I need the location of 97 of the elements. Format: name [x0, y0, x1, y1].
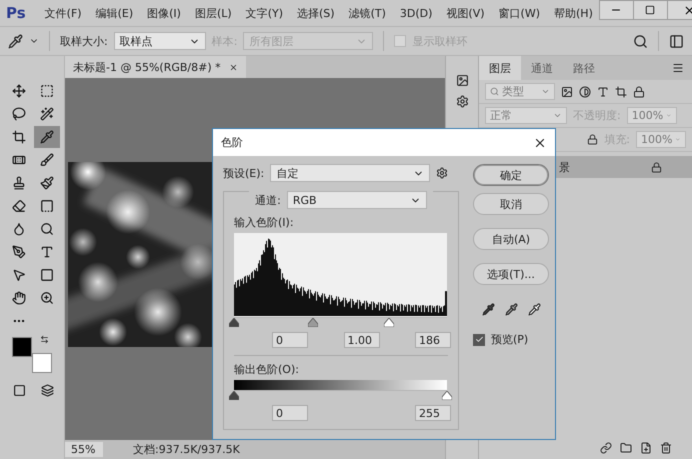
- chevron-icon: [553, 111, 562, 120]
- menu-item[interactable]: 图层(L): [188, 6, 239, 20]
- field-value: 100%: [632, 109, 664, 122]
- close-icon: [682, 4, 692, 16]
- input-level-field[interactable]: 0: [272, 332, 308, 348]
- channel-dropdown[interactable]: RGB: [286, 191, 427, 209]
- search-icon[interactable]: [633, 34, 648, 48]
- select-icon: [12, 268, 26, 282]
- input-level-field[interactable]: 186: [415, 332, 451, 348]
- menu-item[interactable]: 视图(V): [439, 6, 492, 20]
- tool-button[interactable]: [34, 126, 60, 148]
- preview-checkbox[interactable]: [473, 334, 485, 346]
- wand-icon: [40, 107, 54, 121]
- document-size-text: 文档:937.5K/937.5K: [133, 442, 240, 457]
- new-layer-icon[interactable]: [640, 442, 652, 454]
- dropdown-value: 类型: [502, 84, 524, 99]
- settings-icon[interactable]: [436, 167, 448, 179]
- menu-item[interactable]: 文字(Y): [238, 6, 290, 20]
- eyedropper-icon[interactable]: [8, 34, 23, 48]
- eyedropper-icon[interactable]: [482, 303, 494, 316]
- maximize-button[interactable]: [632, 0, 668, 20]
- trash-icon[interactable]: [660, 442, 672, 454]
- layer-name: 景: [559, 160, 570, 174]
- settings-icon[interactable]: [456, 95, 468, 108]
- chevron-icon: [541, 87, 550, 96]
- channel-label: 通道:: [255, 192, 281, 208]
- field-value: 100%: [641, 133, 672, 146]
- lock-icon[interactable]: [587, 134, 598, 145]
- eraser-icon: [12, 199, 26, 213]
- zoom-icon: [40, 291, 54, 305]
- menu-item[interactable]: 滤镜(T): [342, 6, 393, 20]
- lasso-icon: [12, 107, 26, 121]
- output-level-field[interactable]: 0: [272, 405, 308, 421]
- dialog-button[interactable]: 自动(A): [473, 228, 549, 250]
- marquee-icon: [40, 84, 54, 98]
- lock-filter-icon[interactable]: [633, 86, 645, 98]
- crop-icon: [12, 130, 26, 144]
- slider-handle[interactable]: [442, 391, 452, 400]
- dialog-button[interactable]: 取消: [473, 193, 549, 215]
- slider-handle[interactable]: [229, 391, 239, 400]
- link-icon[interactable]: [600, 442, 612, 454]
- quick-mask-icon: [12, 384, 26, 396]
- lock-icon: [651, 162, 662, 172]
- panel-icon[interactable]: [456, 74, 468, 87]
- slider-handle[interactable]: [229, 318, 239, 327]
- background-swatch[interactable]: [32, 353, 52, 373]
- eyedropper-icon[interactable]: [504, 303, 518, 316]
- hand-icon: [12, 291, 26, 305]
- pen-icon: [12, 245, 26, 259]
- eyedropper-icon: [40, 130, 54, 144]
- image-filter-icon[interactable]: [561, 86, 573, 98]
- adjustment-filter-icon[interactable]: [579, 86, 591, 98]
- search-icon: [490, 87, 499, 96]
- stamp-icon: [12, 176, 26, 190]
- move-icon: [12, 84, 26, 98]
- foreground-swatch[interactable]: [12, 337, 32, 357]
- heal-icon: [12, 153, 26, 167]
- close-icon[interactable]: [228, 62, 238, 72]
- menu-item[interactable]: 选择(S): [290, 6, 342, 20]
- eyedropper-icon[interactable]: [528, 303, 540, 316]
- menu-item[interactable]: 帮助(H): [547, 6, 600, 20]
- blur-icon: [12, 222, 26, 236]
- menu-item[interactable]: 文件(F): [38, 6, 89, 20]
- brush-icon: [40, 153, 54, 167]
- shape-filter-icon[interactable]: [615, 86, 627, 98]
- dialog-button[interactable]: 选项(T)...: [473, 263, 549, 285]
- dropdown-value: 取样点: [120, 34, 153, 48]
- sample-size-dropdown[interactable]: 取样点: [114, 32, 206, 50]
- output-level-field[interactable]: 255: [415, 405, 451, 421]
- menu-item[interactable]: 编辑(E): [88, 6, 140, 20]
- preset-dropdown[interactable]: 自定: [270, 164, 430, 182]
- folder-icon[interactable]: [620, 442, 632, 454]
- dropdown-value: 正常: [490, 108, 512, 123]
- maximize-icon: [645, 5, 656, 15]
- preset-label: 预设(E):: [223, 166, 264, 180]
- zoom-field[interactable]: 55%: [65, 442, 103, 457]
- swap-icon[interactable]: [40, 335, 49, 344]
- input-levels-label: 输入色阶(I):: [234, 215, 295, 230]
- menu-item[interactable]: 3D(D): [392, 6, 440, 20]
- dialog-title: 色阶: [221, 135, 243, 150]
- workspace-icon[interactable]: [669, 34, 684, 48]
- input-level-field[interactable]: 1.00: [344, 332, 380, 348]
- app-logo: Ps: [6, 4, 26, 22]
- panel-tab[interactable]: 图层: [479, 56, 521, 80]
- rectangle-icon: [40, 268, 54, 282]
- dialog-button[interactable]: 确定: [473, 164, 549, 186]
- check-icon: [474, 335, 484, 344]
- menu-icon[interactable]: [672, 62, 684, 74]
- dropdown-value: 自定: [276, 166, 298, 180]
- output-levels-label: 输出色阶(O):: [234, 362, 300, 377]
- type-filter-icon[interactable]: [597, 86, 609, 98]
- type-icon: [40, 245, 54, 259]
- menu-item[interactable]: 窗口(W): [492, 6, 547, 20]
- dropdown-value: RGB: [292, 194, 317, 206]
- sample-size-label: 取样大小:: [60, 34, 108, 48]
- menu-item[interactable]: 图像(I): [140, 6, 188, 20]
- preview-label: 预览(P): [491, 332, 528, 347]
